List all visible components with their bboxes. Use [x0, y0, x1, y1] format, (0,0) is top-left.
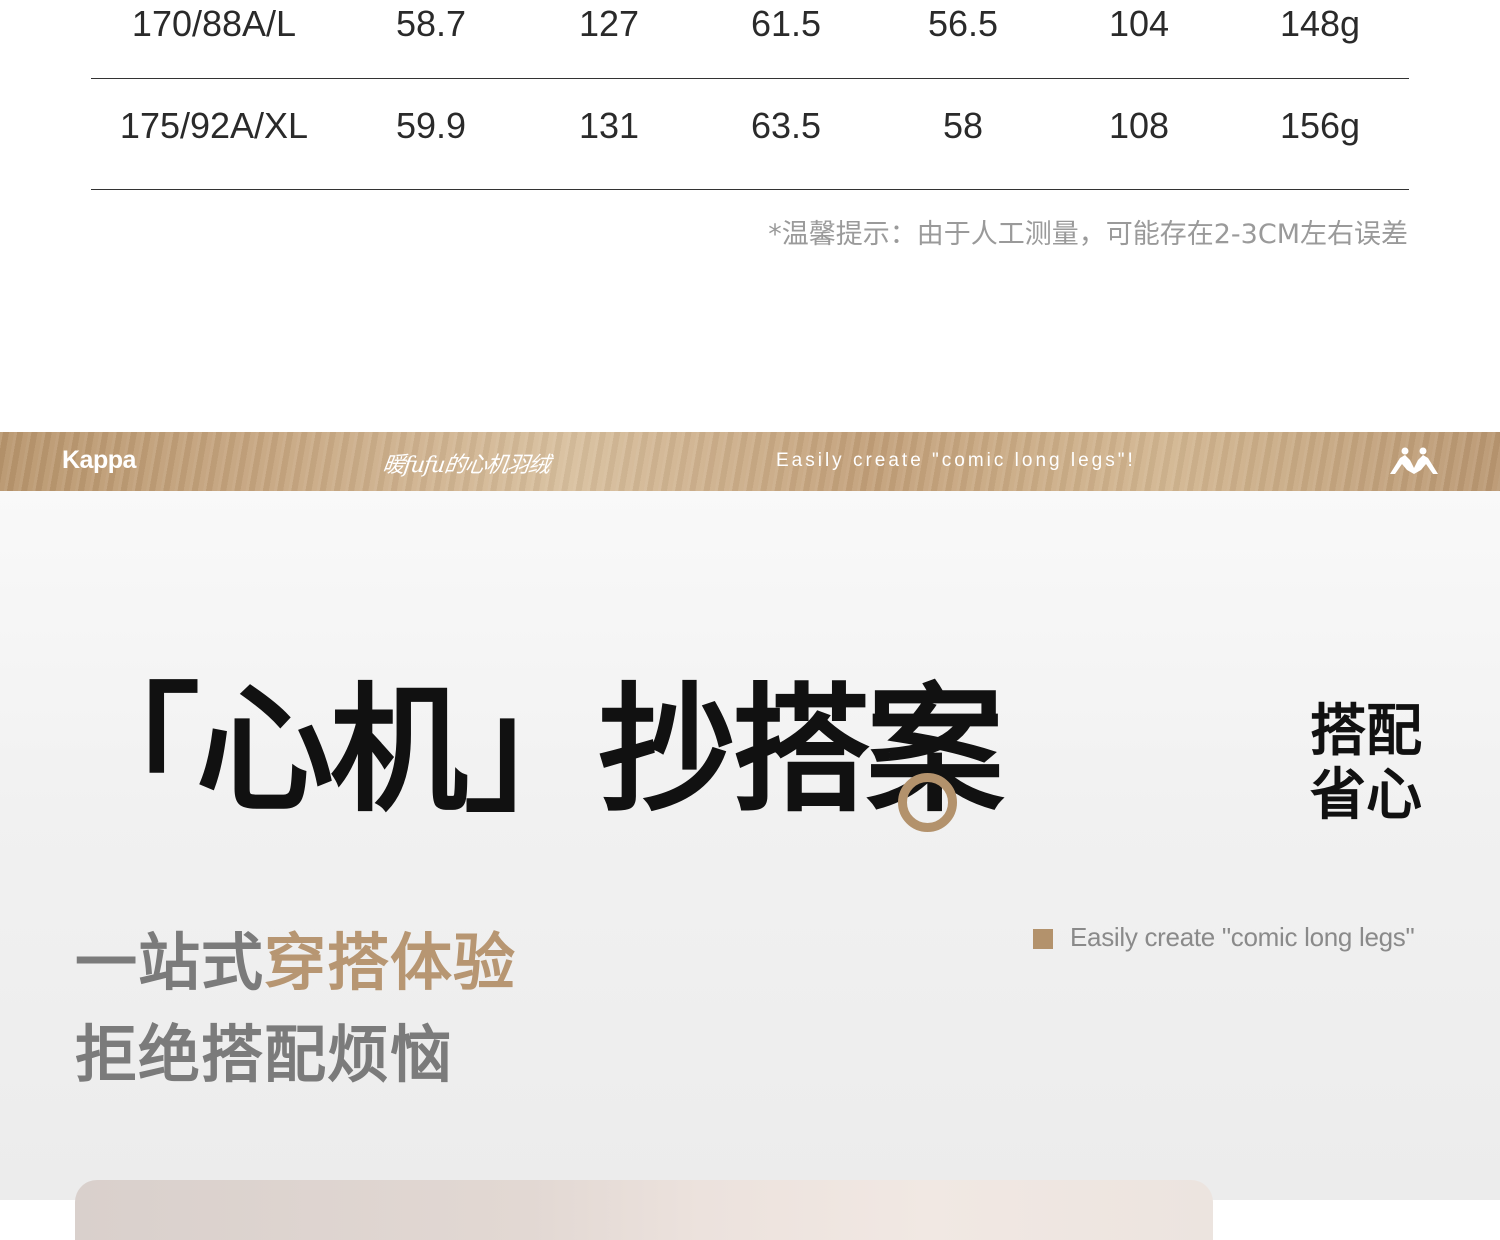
table-cell: 58.7 [395, 3, 467, 44]
table-cell: 63.5 [750, 105, 822, 146]
size-table: 170/88A/L 58.7 127 61.5 56.5 104 148g 17… [91, 0, 1409, 190]
ring-decoration [898, 773, 957, 832]
brand-banner: Kappa 暖fufu的心机羽绒 Easily create "comic lo… [0, 432, 1500, 491]
subtitle-line-1: 一站式穿搭体验 [75, 912, 516, 1002]
subtitle-plain: 一站式 [75, 926, 265, 999]
table-cell: 59.9 [395, 105, 467, 146]
table-row: 170/88A/L 58.7 127 61.5 56.5 104 148g [91, 0, 1409, 79]
table-cell: 127 [578, 3, 640, 44]
table-row: 175/92A/XL 59.9 131 63.5 58 108 156g [91, 79, 1409, 190]
subtitle-accent: 穿搭体验 [264, 926, 517, 999]
bullet-text: Easily create "comic long legs" [1070, 922, 1415, 952]
table-cell-weight: 148g [1279, 3, 1361, 44]
table-cell-size: 170/88A/L [131, 3, 297, 44]
subtitle-line-2: 拒绝搭配烦恼 [75, 1018, 454, 1091]
side-title: 搭配省心 [1310, 699, 1422, 828]
banner-tagline: Easily create "comic long legs"! [776, 450, 1136, 471]
table-cell: 108 [1108, 105, 1170, 146]
omini-logo-icon [1390, 447, 1438, 474]
page-title: 「心机」抄搭案 [62, 670, 1004, 831]
measurement-tip: *温馨提示：由于人工测量，可能存在2-3CM左右误差 [768, 219, 1408, 250]
banner-slogan: 暖fufu的心机羽绒 [380, 453, 552, 478]
kappa-logo: Kappa [62, 446, 136, 474]
table-cell-weight: 156g [1279, 105, 1361, 146]
square-bullet-icon [1033, 929, 1053, 949]
outfit-photo [75, 1180, 1213, 1240]
table-cell-size: 175/92A/XL [119, 105, 309, 146]
table-cell: 104 [1108, 3, 1170, 44]
table-cell: 61.5 [750, 3, 822, 44]
table-cell: 56.5 [927, 3, 999, 44]
table-cell: 131 [578, 105, 640, 146]
table-cell: 58 [942, 105, 984, 146]
